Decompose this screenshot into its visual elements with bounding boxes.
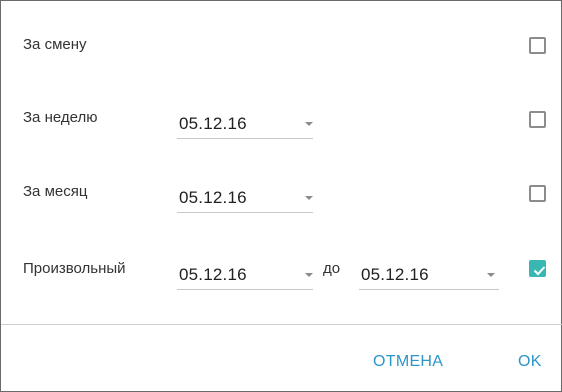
caret-down-icon bbox=[305, 122, 313, 126]
custom-to-date-value: 05.12.16 bbox=[361, 265, 429, 284]
report-period-dialog: За смену За неделю 05.12.16 За месяц 05.… bbox=[0, 0, 562, 392]
shift-checkbox[interactable] bbox=[529, 37, 546, 54]
row-month: За месяц 05.12.16 bbox=[1, 173, 561, 213]
checkmark-icon bbox=[533, 266, 546, 276]
custom-to-date-dropdown[interactable]: 05.12.16 bbox=[359, 255, 499, 290]
ok-button[interactable]: OK bbox=[518, 353, 542, 371]
row-shift-label: За смену bbox=[23, 36, 87, 53]
week-date-value: 05.12.16 bbox=[179, 114, 247, 133]
week-checkbox[interactable] bbox=[529, 111, 546, 128]
week-date-dropdown[interactable]: 05.12.16 bbox=[177, 104, 313, 139]
footer-divider bbox=[1, 324, 562, 325]
month-date-dropdown[interactable]: 05.12.16 bbox=[177, 178, 313, 213]
caret-down-icon bbox=[305, 273, 313, 277]
cancel-button[interactable]: ОТМЕНА bbox=[373, 353, 443, 371]
custom-from-date-dropdown[interactable]: 05.12.16 bbox=[177, 255, 313, 290]
caret-down-icon bbox=[305, 196, 313, 200]
row-custom: Произвольный 05.12.16 до 05.12.16 bbox=[1, 250, 561, 290]
month-date-value: 05.12.16 bbox=[179, 188, 247, 207]
custom-from-date-value: 05.12.16 bbox=[179, 265, 247, 284]
row-week-label: За неделю bbox=[23, 109, 98, 126]
date-range-separator: до bbox=[323, 260, 341, 277]
row-shift: За смену bbox=[1, 26, 561, 66]
row-week: За неделю 05.12.16 bbox=[1, 99, 561, 139]
month-checkbox[interactable] bbox=[529, 185, 546, 202]
caret-down-icon bbox=[487, 273, 495, 277]
row-month-label: За месяц bbox=[23, 183, 88, 200]
row-custom-label: Произвольный bbox=[23, 260, 126, 277]
custom-checkbox[interactable] bbox=[529, 260, 546, 277]
